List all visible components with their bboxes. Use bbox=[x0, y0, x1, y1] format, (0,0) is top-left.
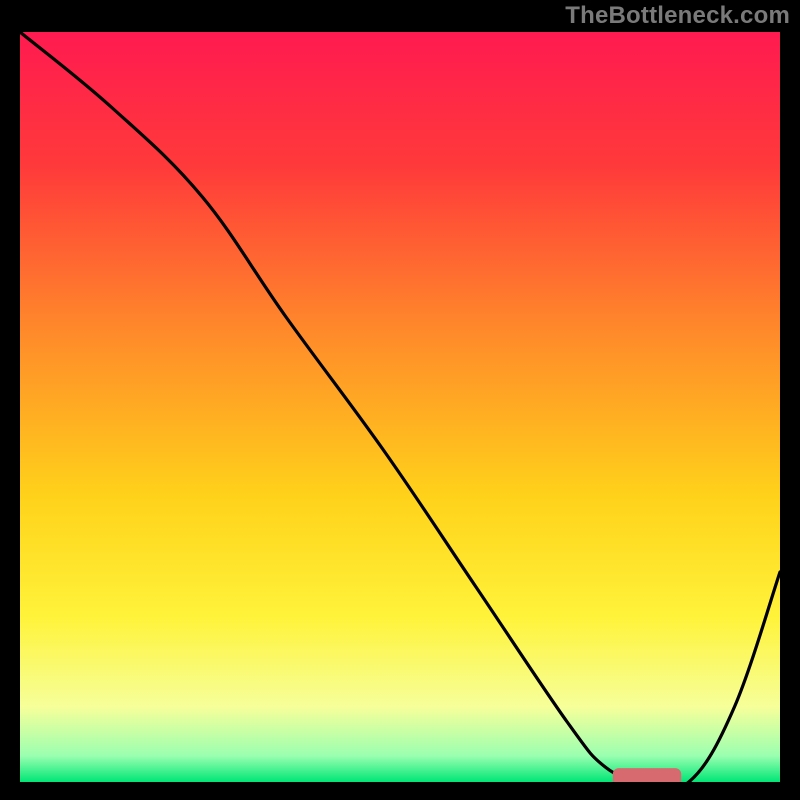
gradient-background bbox=[20, 32, 780, 782]
plot-area bbox=[20, 32, 780, 782]
chart-svg bbox=[20, 32, 780, 782]
chart-frame: TheBottleneck.com bbox=[0, 0, 800, 800]
optimal-range-marker bbox=[613, 768, 681, 782]
watermark-text: TheBottleneck.com bbox=[565, 2, 790, 30]
